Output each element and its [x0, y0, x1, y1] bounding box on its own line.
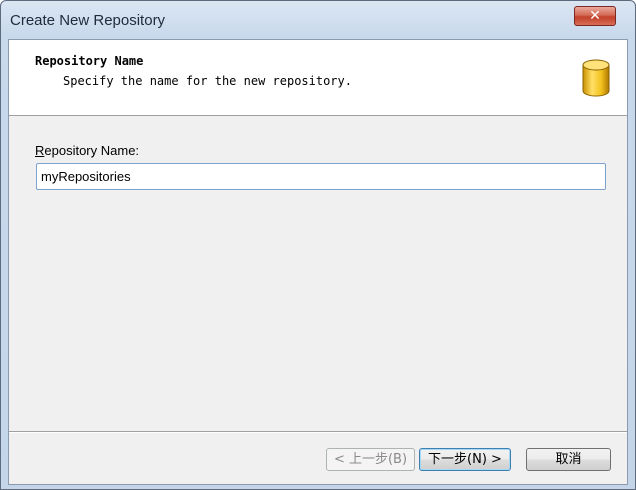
label-mnemonic: R	[35, 143, 45, 158]
header-subtitle: Specify the name for the new repository.	[63, 74, 352, 88]
close-button[interactable]: ✕	[574, 6, 616, 26]
title-bar[interactable]: Create New Repository ✕	[1, 1, 635, 39]
label-text: epository Name:	[44, 143, 140, 158]
wizard-header: Repository Name Specify the name for the…	[9, 40, 627, 116]
wizard-window: Create New Repository ✕ Repository Name …	[0, 0, 636, 490]
footer-separator	[9, 431, 627, 433]
cancel-button[interactable]: 取消	[526, 448, 611, 471]
wizard-body: Repository Name Specify the name for the…	[8, 39, 628, 485]
back-button[interactable]: < 上一步(B)	[326, 448, 415, 471]
window-title: Create New Repository	[10, 12, 166, 29]
repository-name-label: Repository Name:	[35, 143, 139, 158]
close-icon: ✕	[589, 8, 601, 24]
repository-name-input[interactable]	[36, 163, 606, 190]
database-icon	[582, 59, 610, 97]
next-button[interactable]: 下一步(N) >	[419, 448, 511, 471]
header-title: Repository Name	[35, 54, 144, 68]
